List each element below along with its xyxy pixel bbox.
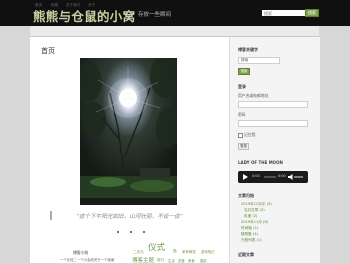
pager-dot-1[interactable] bbox=[117, 231, 119, 233]
archive-item[interactable]: 当月文章 (5) bbox=[244, 208, 265, 213]
login-widget-title: 登录 bbox=[238, 84, 246, 89]
nav-item-album[interactable]: 相册 bbox=[51, 3, 58, 8]
tag-ceremony[interactable]: 仪式 bbox=[148, 241, 165, 253]
nav-item-home[interactable]: 首页 bbox=[35, 3, 42, 8]
current-time: 0:00 bbox=[252, 174, 260, 178]
archive-widget-title: 文章归档 bbox=[238, 193, 254, 198]
recent-posts-title: 近期文章 bbox=[238, 252, 254, 257]
archive-item[interactable]: 年度 (2) bbox=[244, 214, 257, 219]
username-label: 用户名或电邮地址 bbox=[238, 93, 269, 98]
tag-pets[interactable]: 家有萌宠 bbox=[182, 249, 196, 254]
bottom-section-title: 博客小结 bbox=[73, 250, 89, 255]
tag-travel[interactable]: 旅行 bbox=[157, 258, 164, 263]
archive-item[interactable]: 2019年12月中 (9) bbox=[241, 202, 272, 207]
quote-bar bbox=[50, 211, 52, 220]
username-input[interactable] bbox=[238, 101, 308, 108]
sunlight-tree-photo bbox=[80, 58, 177, 205]
page-title: 首页 bbox=[41, 47, 55, 55]
play-icon[interactable] bbox=[243, 174, 248, 180]
music-widget-title: LADY OF THE MOON bbox=[238, 160, 283, 165]
sidebar-search-button[interactable]: 搜索 bbox=[238, 68, 250, 75]
pager-dot-2[interactable] bbox=[130, 231, 132, 233]
tag-food[interactable]: 美食 bbox=[188, 258, 195, 263]
progress-track[interactable] bbox=[264, 176, 276, 178]
volume-track[interactable] bbox=[294, 176, 303, 178]
tag-love[interactable]: 恋爱 bbox=[178, 258, 185, 263]
search-widget-title: 博客关键字 bbox=[238, 47, 258, 52]
bottom-section-text: 一个比较二一个小会而关于一个版面 bbox=[60, 258, 115, 262]
archive-item[interactable]: 时间轴 (2) bbox=[241, 226, 258, 231]
archive-item[interactable]: 随笔集 (4) bbox=[241, 232, 258, 237]
volume-icon[interactable] bbox=[288, 174, 293, 180]
tag-life[interactable]: 生活 bbox=[168, 258, 175, 263]
header-search-button[interactable]: 搜索 bbox=[305, 9, 319, 17]
photo-quote: “这个下午阳光如旧，山河壮丽，不谈一谈” bbox=[76, 214, 183, 220]
remember-checkbox[interactable] bbox=[238, 133, 243, 138]
tag-cat[interactable]: 猫 bbox=[173, 249, 177, 254]
pager-dot-3[interactable] bbox=[143, 231, 145, 233]
tag-photography[interactable]: 摄影 bbox=[200, 258, 207, 263]
nav-item-about-us[interactable]: 关于我们 bbox=[66, 3, 80, 8]
tag-game-notes[interactable]: 游戏笔记 bbox=[201, 249, 215, 254]
nav-item-about[interactable]: 关于 bbox=[88, 3, 95, 8]
password-input[interactable] bbox=[238, 120, 308, 127]
remember-label: 记住我 bbox=[244, 132, 256, 137]
audio-player[interactable]: 0:00 0:00 bbox=[238, 171, 308, 183]
site-description: 存放一些瞬间 bbox=[138, 12, 172, 18]
header-search-input[interactable] bbox=[262, 10, 305, 16]
sidebar-search-input[interactable] bbox=[238, 57, 280, 64]
main-nav bbox=[30, 26, 319, 37]
tag-anime[interactable]: 二次元 bbox=[133, 250, 144, 255]
archive-item[interactable]: 2019年11月 (6) bbox=[241, 220, 268, 225]
total-time: 0:00 bbox=[278, 174, 286, 178]
featured-photo[interactable] bbox=[80, 58, 177, 205]
login-button[interactable]: 登录 bbox=[238, 143, 249, 150]
password-label: 密码 bbox=[238, 112, 246, 117]
site-title[interactable]: 熊熊与仓鼠的小窝 bbox=[33, 6, 135, 25]
archive-item[interactable]: 归档列表 (1) bbox=[241, 238, 262, 243]
